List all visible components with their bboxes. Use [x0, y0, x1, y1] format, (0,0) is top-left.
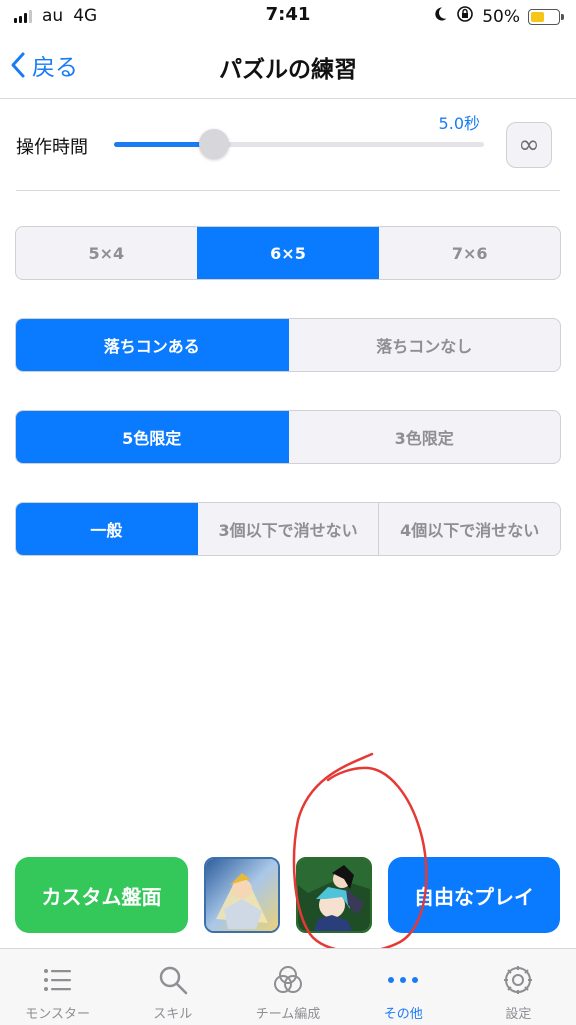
segment-option-no-clear-4[interactable]: 4個以下で消せない [378, 503, 560, 555]
tab-settings[interactable]: 設定 [461, 949, 576, 1025]
circles-icon [271, 963, 305, 997]
clear-rule-segment: 一般 3個以下で消せない 4個以下で消せない [15, 502, 561, 556]
operation-time-slider[interactable] [114, 142, 484, 147]
more-icon [386, 963, 420, 997]
tab-team-label: チーム編成 [255, 1007, 321, 1022]
gear-icon [501, 963, 535, 997]
segment-option-6x5[interactable]: 6×5 [196, 227, 379, 279]
segment-option-7x6[interactable]: 7×6 [378, 227, 560, 279]
segment-option-5x4[interactable]: 5×4 [16, 227, 197, 279]
tab-skill-label: スキル [153, 1007, 193, 1022]
rotation-lock-icon [456, 5, 474, 28]
search-icon [156, 963, 190, 997]
tab-skill[interactable]: スキル [115, 949, 230, 1025]
moon-icon [432, 6, 448, 27]
tab-other-label: その他 [383, 1007, 423, 1022]
battery-percent: 50% [482, 6, 520, 27]
infinity-icon: ∞ [518, 130, 540, 160]
tab-bar: モンスター スキル チーム編成 その他 設定 [0, 948, 576, 1025]
tab-other[interactable]: その他 [346, 949, 461, 1025]
segment-option-no-clear-3[interactable]: 3個以下で消せない [196, 503, 379, 555]
ochicon-segment: 落ちコンある 落ちコンなし [15, 318, 561, 372]
slider-thumb[interactable] [198, 129, 229, 159]
status-bar: au 4G 7:41 50% [0, 0, 576, 34]
custom-board-button[interactable]: カスタム盤面 [15, 857, 188, 933]
list-icon [41, 963, 75, 997]
navigation-bar: 戻る パズルの練習 [0, 34, 576, 99]
operation-time-value: 5.0秒 [438, 114, 480, 133]
helper-character-icon[interactable] [296, 857, 372, 933]
tab-monster[interactable]: モンスター [0, 949, 115, 1025]
board-size-segment: 5×4 6×5 7×6 [15, 226, 561, 280]
segment-option-3-colors[interactable]: 3色限定 [287, 411, 561, 463]
operation-time-row: 操作時間 5.0秒 ∞ [0, 100, 576, 190]
color-limit-segment: 5色限定 3色限定 [15, 410, 561, 464]
segment-option-ochicon-off[interactable]: 落ちコンなし [287, 319, 561, 371]
segment-option-5-colors[interactable]: 5色限定 [16, 411, 288, 463]
tab-monster-label: モンスター [25, 1007, 90, 1022]
page-title: パズルの練習 [219, 57, 357, 83]
tab-settings-label: 設定 [505, 1007, 532, 1022]
operation-time-label: 操作時間 [16, 137, 88, 158]
infinity-button[interactable]: ∞ [506, 122, 552, 168]
free-play-button[interactable]: 自由なプレイ [388, 857, 560, 933]
segment-option-ochicon-on[interactable]: 落ちコンある [16, 319, 288, 371]
segment-option-general[interactable]: 一般 [16, 503, 197, 555]
battery-icon [528, 8, 564, 25]
tab-team[interactable]: チーム編成 [230, 949, 345, 1025]
divider [16, 190, 560, 191]
leader-character-icon[interactable] [204, 857, 280, 933]
